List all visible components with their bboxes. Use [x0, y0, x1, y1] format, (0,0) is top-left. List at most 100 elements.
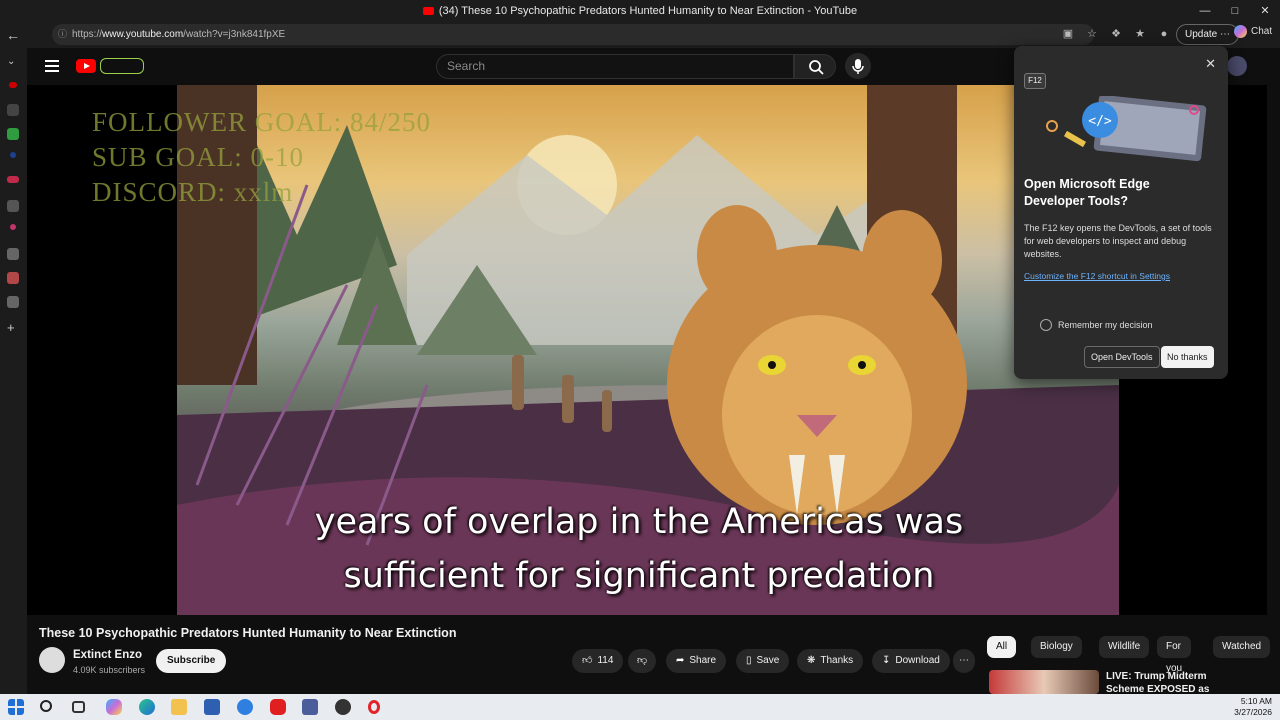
discord-text: DISCORD: xxlm — [92, 177, 294, 207]
account-avatar[interactable] — [1227, 56, 1247, 76]
clock-time: 5:10 AM — [1240, 696, 1272, 706]
windows-start-icon[interactable] — [8, 699, 24, 715]
edge-sidebar: ⌄ + — [0, 48, 27, 694]
copilot-taskbar-icon[interactable] — [106, 699, 122, 715]
thanks-button[interactable]: ❋ Thanks — [797, 649, 864, 673]
channel-logo-doodle[interactable] — [100, 58, 144, 74]
download-button[interactable]: ↧ Download — [872, 649, 950, 673]
chip-for-you[interactable]: For you — [1157, 636, 1192, 674]
recommended-thumbnail[interactable] — [989, 670, 1099, 694]
app-square-icon[interactable] — [302, 699, 318, 715]
open-devtools-button[interactable]: Open DevTools — [1084, 346, 1160, 368]
save-button[interactable]: ▯ Save — [736, 649, 790, 673]
radio-circle-icon[interactable] — [1040, 319, 1052, 331]
app-dark-icon[interactable] — [335, 699, 351, 715]
favorites-icon[interactable]: ★ — [1132, 25, 1148, 43]
browser-toolbar: ← ⓘ https://www.youtube.com/watch?v=j3nk… — [0, 22, 1280, 48]
tab-muted-icon[interactable] — [7, 104, 19, 116]
chip-biology[interactable]: Biology — [1031, 636, 1082, 658]
caption-line-1: years of overlap in the Americas was — [314, 502, 964, 542]
tab-app-icon[interactable] — [7, 272, 19, 284]
toolbar-icons: ▣ ☆ ❖ ★ ● — [1060, 25, 1172, 43]
profile-icon[interactable]: ● — [1156, 25, 1172, 43]
task-view-icon[interactable] — [72, 701, 85, 713]
close-icon[interactable]: ✕ — [1205, 56, 1216, 72]
update-button[interactable]: Update ⋯ — [1176, 24, 1240, 45]
tab-youtube-icon[interactable] — [9, 82, 17, 88]
subscriber-count: 4.09K subscribers — [73, 665, 146, 675]
tab-blue-icon[interactable] — [10, 152, 16, 158]
maximize-button[interactable]: □ — [1220, 0, 1250, 22]
thumbs-up-icon: 👍︎ — [582, 655, 593, 666]
sub-goal-text: SUB GOAL: 0-10 — [92, 142, 305, 172]
windows-taskbar: 5:10 AM 3/27/2026 — [0, 694, 1280, 720]
share-button[interactable]: ➦ Share — [666, 649, 727, 673]
svg-text:</>: </> — [1088, 114, 1112, 129]
menu-icon[interactable] — [45, 60, 59, 75]
save-label: Save — [756, 655, 780, 666]
share-label: Share — [689, 655, 717, 666]
youtube-app-icon[interactable] — [270, 699, 286, 715]
devtools-prompt-dialog: F12 ✕ </> Open Microsoft Edge Developer … — [1014, 46, 1228, 379]
file-explorer-icon[interactable] — [171, 699, 187, 715]
no-thanks-button[interactable]: No thanks — [1161, 346, 1214, 368]
video-meta: These 10 Psychopathic Predators Hunted H… — [27, 615, 977, 694]
tab-green-icon[interactable] — [7, 128, 19, 140]
window-controls: — □ ✕ — [1190, 0, 1280, 22]
caption-line-2: sufficient for significant predation — [343, 556, 935, 596]
store-icon[interactable] — [204, 699, 220, 715]
site-info-icon[interactable]: ⓘ — [58, 24, 67, 45]
thanks-label: Thanks — [820, 655, 854, 666]
search-button[interactable] — [794, 54, 836, 79]
url-prefix: https:// — [72, 29, 103, 40]
devtools-illustration-icon: </> — [1046, 96, 1207, 162]
system-clock[interactable]: 5:10 AM 3/27/2026 — [1234, 696, 1272, 718]
more-actions-button[interactable]: ⋯ — [953, 649, 975, 673]
chip-wildlife[interactable]: Wildlife — [1099, 636, 1150, 658]
edge-browser-icon[interactable] — [139, 699, 155, 715]
tab-page-icon[interactable] — [7, 296, 19, 308]
subscribe-button[interactable]: Subscribe — [156, 649, 227, 673]
channel-avatar[interactable] — [39, 647, 65, 673]
extensions-icon[interactable]: ❖ — [1108, 25, 1124, 43]
close-window-button[interactable]: ✕ — [1250, 0, 1280, 22]
search-icon — [809, 60, 824, 75]
tab-doc-icon[interactable] — [7, 248, 19, 260]
chat-label: Chat — [1251, 26, 1273, 37]
minimize-button[interactable]: — — [1190, 0, 1220, 22]
address-bar[interactable]: ⓘ https://www.youtube.com/watch?v=j3nk84… — [52, 24, 1094, 45]
url-path: /watch?v=j3nk841fpXE — [183, 29, 286, 40]
tab-grey-icon[interactable] — [7, 200, 19, 212]
app-blue-icon[interactable] — [237, 699, 253, 715]
search-input[interactable]: Search — [436, 54, 794, 79]
share-icon: ➦ — [676, 655, 685, 666]
new-tab-plus-icon[interactable]: + — [7, 321, 19, 334]
bookmark-icon: ▯ — [746, 655, 752, 666]
tab-pink-icon[interactable] — [10, 224, 16, 230]
voice-search-button[interactable] — [845, 53, 871, 79]
chip-watched[interactable]: Watched — [1213, 636, 1271, 658]
remember-decision-checkbox[interactable]: Remember my decision — [1040, 319, 1153, 331]
chip-all[interactable]: All — [987, 636, 1017, 658]
back-arrow-icon[interactable]: ← — [0, 27, 26, 43]
clock-date: 3/27/2026 — [1234, 707, 1272, 717]
youtube-favicon-icon — [422, 7, 434, 15]
copilot-icon — [1234, 25, 1247, 38]
customize-shortcut-link[interactable]: Customize the F12 shortcut in Settings — [1024, 271, 1170, 281]
youtube-logo-icon[interactable] — [76, 59, 96, 73]
favorite-star-icon[interactable]: ☆ — [1084, 25, 1100, 43]
stream-goal-overlay: FOLLOWER GOAL: 84/250 SUB GOAL: 0-10 DIS… — [92, 105, 431, 210]
url-host: www.youtube.com — [102, 29, 184, 40]
opera-icon[interactable] — [368, 700, 380, 714]
chevron-down-icon[interactable]: ⌄ — [7, 56, 19, 68]
tab-red-icon[interactable] — [7, 176, 19, 183]
app-available-icon[interactable]: ▣ — [1060, 25, 1076, 43]
search-icon[interactable] — [40, 700, 52, 712]
download-label: Download — [895, 655, 940, 666]
update-label: Update — [1185, 29, 1218, 40]
channel-name[interactable]: Extinct Enzo — [73, 649, 142, 661]
like-button[interactable]: 👍︎ 114 — [572, 649, 624, 673]
recommended-video[interactable]: LIVE: Trump Midterm Scheme EXPOSED as EV… — [989, 670, 1269, 708]
copilot-button[interactable]: Chat — [1234, 25, 1272, 38]
dislike-button[interactable]: 👎︎ — [628, 649, 657, 673]
